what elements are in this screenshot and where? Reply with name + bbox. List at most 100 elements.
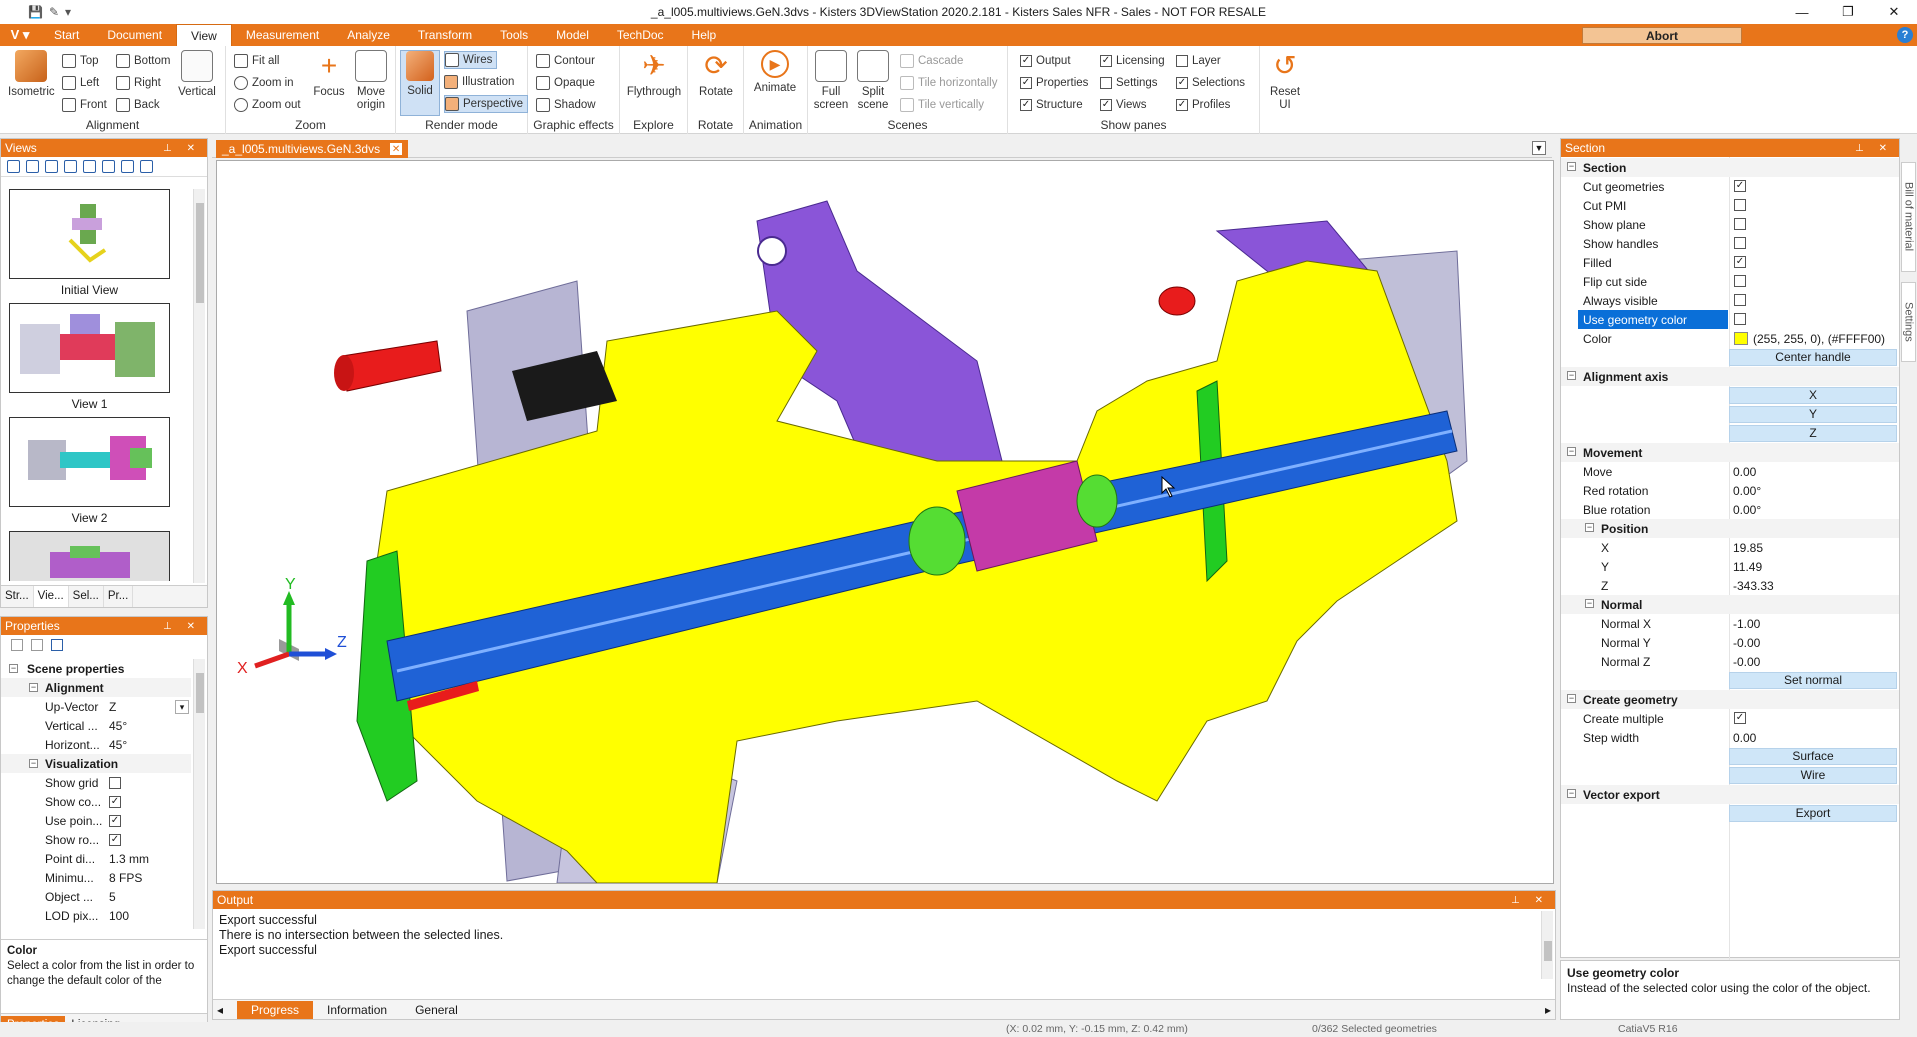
save-icon[interactable]: 💾 <box>28 5 43 19</box>
pane-structure-toggle[interactable]: Structure <box>1020 96 1083 114</box>
row-red-rotation[interactable]: Red rotation 0.00° <box>1561 481 1899 500</box>
stop-icon[interactable] <box>102 160 115 173</box>
chevron-down-icon[interactable]: ▾ <box>175 700 189 714</box>
view-thumbnail-view-2[interactable] <box>9 417 170 507</box>
checkbox-cut-pmi[interactable] <box>1734 199 1746 211</box>
vector-export-group[interactable]: − Vector export <box>1561 785 1899 804</box>
document-list-dropdown-icon[interactable]: ▼ <box>1532 141 1546 155</box>
flythrough-button[interactable]: ✈ Flythrough <box>624 50 684 99</box>
wire-button[interactable]: Wire <box>1729 767 1897 784</box>
pin-icon[interactable]: ⊥ ✕ <box>1511 895 1549 906</box>
tab-analyze[interactable]: Analyze <box>333 24 404 46</box>
row-cut-pmi[interactable]: Cut PMI <box>1561 196 1899 215</box>
split-scene-button[interactable]: Split scene <box>852 50 894 112</box>
animate-button[interactable]: ▶ Animate <box>752 50 798 95</box>
row-cut-geometries[interactable]: Cut geometries <box>1561 177 1899 196</box>
prop-show-grid[interactable]: Show grid <box>1 773 191 792</box>
collapse-icon[interactable]: − <box>1567 447 1576 456</box>
axis-x-button[interactable]: X <box>1729 387 1897 404</box>
wires-button[interactable]: Wires <box>444 51 498 69</box>
checkbox-layer[interactable] <box>1176 55 1188 67</box>
checkbox-cut-geometries[interactable] <box>1734 180 1746 192</box>
row-position-y[interactable]: Y 11.49 <box>1561 557 1899 576</box>
prop-minimum[interactable]: Minimu... 8 FPS <box>1 868 191 887</box>
color-swatch[interactable] <box>1734 332 1748 345</box>
solid-button[interactable]: Solid <box>400 50 440 116</box>
checkbox-flip-cut-side[interactable] <box>1734 275 1746 287</box>
prop-vertical[interactable]: Vertical ... 45° <box>1 716 191 735</box>
isometric-button[interactable]: Isometric <box>8 50 55 99</box>
pane-selections-toggle[interactable]: Selections <box>1176 74 1245 92</box>
expand-icon[interactable] <box>140 160 153 173</box>
checkbox-show-handles[interactable] <box>1734 237 1746 249</box>
scene-properties-section[interactable]: − Scene properties <box>1 659 191 678</box>
pane-profiles-toggle[interactable]: Profiles <box>1176 96 1230 114</box>
tab-views[interactable]: Vie... <box>33 586 69 607</box>
tile-horizontally-button[interactable]: Tile horizontally <box>900 74 997 92</box>
scroll-right-icon[interactable]: ▸ <box>1545 1003 1551 1017</box>
row-always-visible[interactable]: Always visible <box>1561 291 1899 310</box>
tab-help[interactable]: Help <box>678 24 731 46</box>
checkbox-create-multiple[interactable] <box>1734 712 1746 724</box>
pane-licensing-toggle[interactable]: Licensing <box>1100 52 1165 70</box>
app-menu-button[interactable]: V ▾ <box>0 24 40 46</box>
quick-access-dropdown-icon[interactable]: ▾ <box>65 5 71 19</box>
tab-model[interactable]: Model <box>542 24 603 46</box>
restore-button[interactable]: ❐ <box>1825 0 1871 24</box>
checkbox-settings[interactable] <box>1100 77 1112 89</box>
checkbox-filled[interactable] <box>1734 256 1746 268</box>
checkbox-show-co[interactable] <box>109 795 121 808</box>
collapse-icon[interactable]: − <box>1567 371 1576 380</box>
rotate-button[interactable]: ⟳ Rotate <box>693 50 739 99</box>
output-scrollbar[interactable] <box>1541 911 1553 979</box>
prop-lod[interactable]: LOD pix... 100 <box>1 906 191 925</box>
checkbox-output[interactable] <box>1020 55 1032 67</box>
row-position-z[interactable]: Z -343.33 <box>1561 576 1899 595</box>
checkbox-always-visible[interactable] <box>1734 294 1746 306</box>
tile-vertically-button[interactable]: Tile vertically <box>900 96 984 114</box>
row-flip-cut-side[interactable]: Flip cut side <box>1561 272 1899 291</box>
sort-categories-icon[interactable] <box>11 639 23 651</box>
output-scroll-thumb[interactable] <box>1544 941 1552 961</box>
checkbox-views[interactable] <box>1100 99 1112 111</box>
tab-tools[interactable]: Tools <box>486 24 542 46</box>
full-screen-button[interactable]: Full screen <box>810 50 852 112</box>
left-view-button[interactable]: Left <box>62 74 99 92</box>
zoom-out-button[interactable]: Zoom out <box>234 96 301 114</box>
tab-measurement[interactable]: Measurement <box>232 24 333 46</box>
normal-group[interactable]: − Normal <box>1561 595 1899 614</box>
tab-view[interactable]: View <box>176 24 232 46</box>
collapse-icon[interactable]: − <box>1567 694 1576 703</box>
collapse-icon[interactable]: − <box>29 683 38 692</box>
surface-button[interactable]: Surface <box>1729 748 1897 765</box>
vertical-button[interactable]: Vertical <box>174 50 220 99</box>
focus-button[interactable]: + Focus <box>306 50 352 99</box>
prop-use-poin[interactable]: Use poin... <box>1 811 191 830</box>
view-thumbnail-view-3[interactable] <box>9 531 170 581</box>
tab-selections[interactable]: Sel... <box>69 586 104 607</box>
checkbox-show-grid[interactable] <box>109 776 121 789</box>
add-view-icon[interactable] <box>26 160 39 173</box>
document-tab[interactable]: _a_l005.multiviews.GeN.3dvs ✕ <box>216 140 409 158</box>
prop-point-di[interactable]: Point di... 1.3 mm <box>1 849 191 868</box>
checkbox-selections[interactable] <box>1176 77 1188 89</box>
row-normal-z[interactable]: Normal Z -0.00 <box>1561 652 1899 671</box>
row-blue-rotation[interactable]: Blue rotation 0.00° <box>1561 500 1899 519</box>
illustration-button[interactable]: Illustration <box>444 73 514 91</box>
row-position-x[interactable]: X 19.85 <box>1561 538 1899 557</box>
sort-alpha-icon[interactable] <box>31 639 43 651</box>
properties-scrollbar[interactable] <box>193 659 205 929</box>
pane-output-toggle[interactable]: Output <box>1020 52 1071 70</box>
set-normal-button[interactable]: Set normal <box>1729 672 1897 689</box>
row-create-multiple[interactable]: Create multiple <box>1561 709 1899 728</box>
row-show-handles[interactable]: Show handles <box>1561 234 1899 253</box>
play-views-icon[interactable] <box>121 160 134 173</box>
prop-horizontal[interactable]: Horizont... 45° <box>1 735 191 754</box>
rename-view-icon[interactable] <box>83 160 96 173</box>
views-scroll-thumb[interactable] <box>196 203 204 303</box>
side-tab-settings[interactable]: Settings <box>1901 282 1916 362</box>
front-view-button[interactable]: Front <box>62 96 107 114</box>
pane-properties-toggle[interactable]: Properties <box>1020 74 1088 92</box>
row-filled[interactable]: Filled <box>1561 253 1899 272</box>
home-view-icon[interactable] <box>7 160 20 173</box>
